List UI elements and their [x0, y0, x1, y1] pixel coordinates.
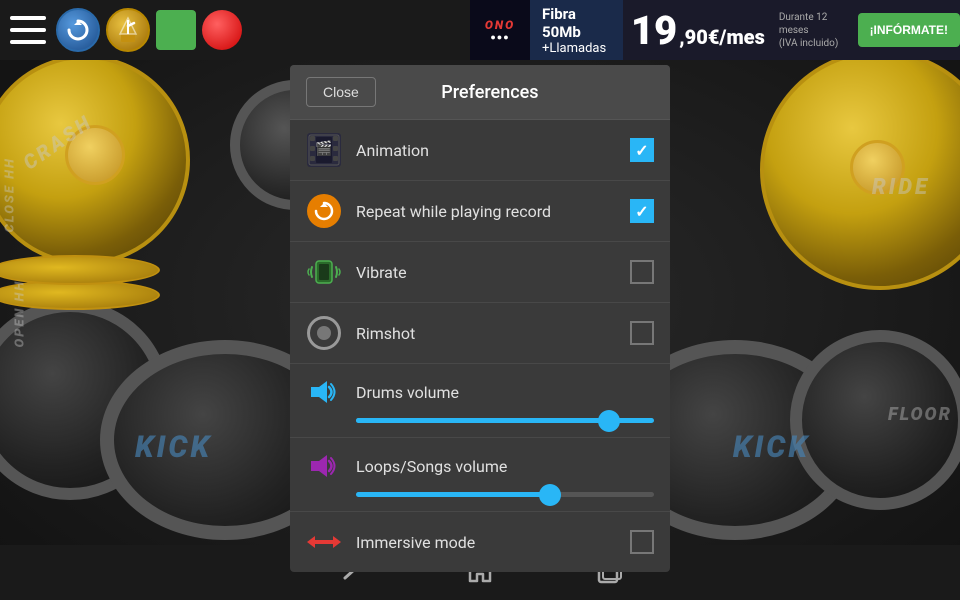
animation-checkbox[interactable] — [630, 138, 654, 162]
modal-title: Preferences — [396, 82, 584, 103]
preferences-modal: Close Preferences — [290, 65, 670, 572]
pref-loops-volume-row: Loops/Songs volume — [290, 438, 670, 512]
immersive-checkbox[interactable] — [630, 530, 654, 554]
pref-repeat-row: Repeat while playing record — [290, 181, 670, 242]
animation-label: Animation — [356, 141, 630, 160]
repeat-label: Repeat while playing record — [356, 202, 630, 221]
repeat-icon — [306, 193, 342, 229]
rimshot-checkbox[interactable] — [630, 321, 654, 345]
drums-volume-label: Drums volume — [356, 383, 654, 402]
close-button[interactable]: Close — [306, 77, 376, 107]
pref-animation-row: 🎬 Animation — [290, 120, 670, 181]
animation-icon: 🎬 — [306, 132, 342, 168]
pref-vibrate-row: Vibrate — [290, 242, 670, 303]
drums-volume-icon — [306, 374, 342, 410]
drums-volume-track[interactable] — [356, 418, 654, 423]
modal-header: Close Preferences — [290, 65, 670, 120]
svg-text:🎬: 🎬 — [315, 140, 332, 157]
pref-rimshot-row: Rimshot — [290, 303, 670, 364]
drums-volume-thumb[interactable] — [598, 410, 620, 432]
modal-body: 🎬 Animation Repeat while playing rec — [290, 120, 670, 572]
modal-overlay: Close Preferences — [0, 0, 960, 600]
pref-drums-volume-row: Drums volume — [290, 364, 670, 438]
loops-volume-label: Loops/Songs volume — [356, 457, 654, 476]
loops-volume-thumb[interactable] — [539, 484, 561, 506]
loops-volume-track[interactable] — [356, 492, 654, 497]
pref-immersive-row: Immersive mode — [290, 512, 670, 572]
rimshot-icon — [306, 315, 342, 351]
loops-volume-icon — [306, 448, 342, 484]
vibrate-checkbox[interactable] — [630, 260, 654, 284]
rimshot-label: Rimshot — [356, 324, 630, 343]
immersive-label: Immersive mode — [356, 533, 630, 552]
immersive-icon — [306, 524, 342, 560]
vibrate-icon — [306, 254, 342, 290]
vibrate-label: Vibrate — [356, 263, 630, 282]
repeat-checkbox[interactable] — [630, 199, 654, 223]
